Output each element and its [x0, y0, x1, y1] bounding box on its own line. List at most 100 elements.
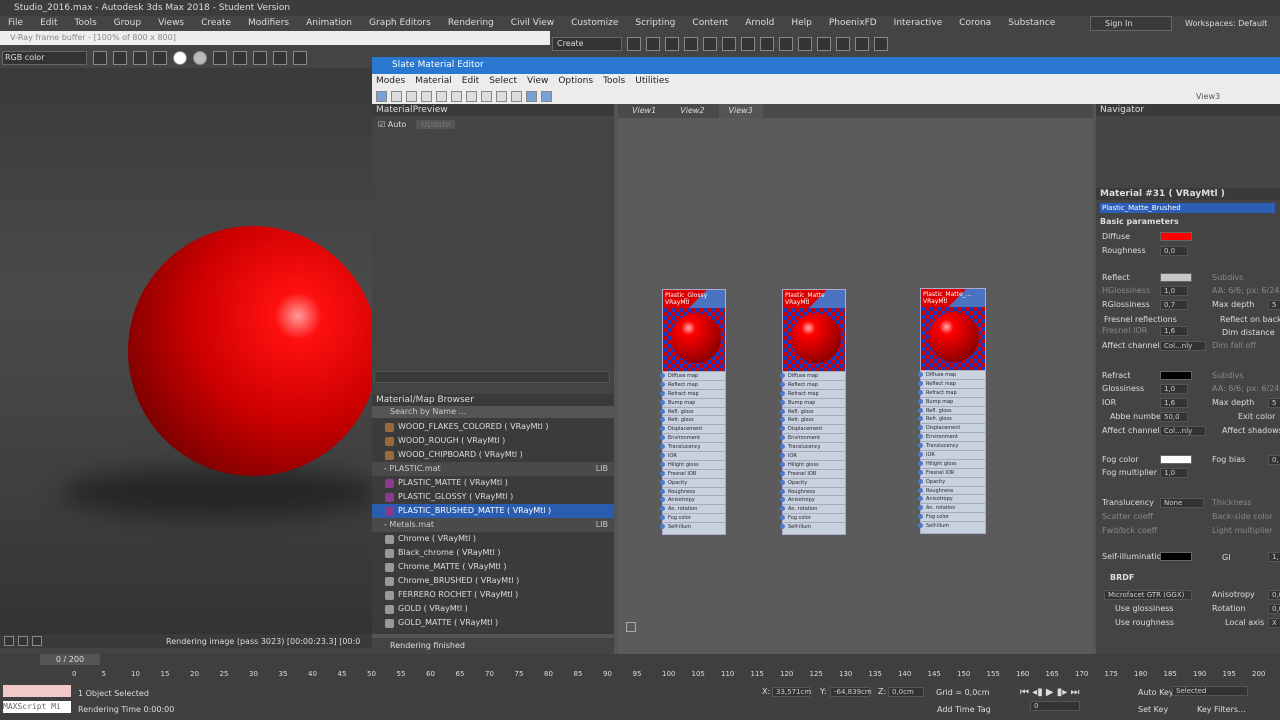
toolbar-button-3[interactable]: [665, 37, 679, 51]
param-mult-field[interactable]: 1,: [1268, 552, 1280, 562]
sme-tool-3[interactable]: [406, 90, 417, 102]
playback-controls[interactable]: ⏮ ◂▮ ▶ ▮▸ ⏭: [1020, 687, 1079, 698]
toolbar-button-11[interactable]: [817, 37, 831, 51]
node-input-slot[interactable]: Diffuse map: [918, 370, 985, 379]
node-input-slot[interactable]: Bump map: [918, 396, 985, 406]
vfb-button-6[interactable]: [193, 51, 207, 65]
node-input-slot[interactable]: Refl. gloss: [660, 406, 725, 416]
material-node[interactable]: Plastic_Matte_... VRayMtl Diffuse map Refl…: [918, 288, 986, 534]
node-input-slot[interactable]: Environment: [780, 433, 845, 442]
node-input-slot[interactable]: Hilight gloss: [660, 459, 725, 469]
vfb-status-icon-2[interactable]: [18, 636, 28, 646]
z-coord-field[interactable]: 0,0cm: [888, 687, 924, 697]
param-maxdepth2-field[interactable]: 5: [1268, 398, 1280, 408]
node-input-slot[interactable]: Bump map: [780, 397, 845, 407]
param-maxdepth-field[interactable]: 5: [1268, 300, 1280, 310]
select-tool-icon[interactable]: [376, 90, 387, 102]
node-input-slot[interactable]: Fresnel IOR: [780, 468, 845, 478]
menu-animation[interactable]: Animation: [298, 16, 361, 31]
sme-tool-4[interactable]: [421, 90, 432, 102]
sme-tool-7[interactable]: [466, 90, 477, 102]
sme-menu-view[interactable]: View: [523, 74, 554, 88]
material-name-field[interactable]: Plastic_Matte_Brushed: [1100, 203, 1275, 213]
refract-color-swatch[interactable]: [1160, 371, 1192, 380]
diffuse-color-swatch[interactable]: [1160, 232, 1192, 241]
vfb-button-11[interactable]: [293, 51, 307, 65]
tab-view1[interactable]: View1: [622, 104, 667, 118]
browser-item[interactable]: Chrome_BRUSHED ( VRayMtl ): [372, 574, 614, 588]
toolbar-button-5[interactable]: [703, 37, 717, 51]
node-input-slot[interactable]: Opacity: [918, 476, 985, 486]
node-input-slot[interactable]: Reflect map: [660, 379, 725, 389]
auto-key-button[interactable]: Auto Key: [1138, 688, 1174, 697]
param-ior-field[interactable]: 1,6: [1160, 398, 1188, 408]
node-input-slot[interactable]: An. rotation: [918, 503, 985, 512]
x-coord-field[interactable]: 33,571cm: [772, 687, 811, 697]
node-input-slot[interactable]: Anisotropy: [780, 495, 845, 504]
node-input-slot[interactable]: Reflect map: [918, 378, 985, 388]
sme-menu-edit[interactable]: Edit: [458, 74, 485, 88]
param-abbe-field[interactable]: 50,0: [1160, 412, 1188, 422]
key-selection-dropdown[interactable]: Selected: [1172, 686, 1248, 696]
param-affect2-field[interactable]: Col...nly: [1160, 426, 1206, 436]
y-coord-field[interactable]: -64,839cm: [830, 687, 872, 697]
menu-create[interactable]: Create: [193, 16, 240, 31]
tab-view3[interactable]: View3: [718, 104, 763, 118]
browser-group-header[interactable]: - Metals.mat LIB: [372, 518, 614, 532]
menu-file[interactable]: File: [0, 16, 32, 31]
node-input-slot[interactable]: Fog color: [780, 513, 845, 522]
sme-tool-2[interactable]: [391, 90, 402, 102]
sme-tool-9[interactable]: [496, 90, 507, 102]
maxscript-listener-mini[interactable]: [3, 685, 71, 697]
node-input-slot[interactable]: Translucency: [918, 441, 985, 450]
node-input-slot[interactable]: Fresnel IOR: [918, 467, 985, 477]
node-input-slot[interactable]: Fresnel IOR: [660, 468, 725, 478]
node-input-slot[interactable]: Roughness: [918, 485, 985, 495]
node-input-slot[interactable]: IOR: [918, 450, 985, 459]
node-input-slot[interactable]: Translucency: [660, 442, 725, 451]
menu-group[interactable]: Group: [106, 16, 150, 31]
node-input-slot[interactable]: Reflect map: [780, 379, 845, 389]
vfb-button-5[interactable]: [173, 51, 187, 65]
toolbar-button-8[interactable]: [760, 37, 774, 51]
node-input-slot[interactable]: Opacity: [780, 477, 845, 487]
menu-views[interactable]: Views: [150, 16, 193, 31]
node-input-slot[interactable]: Roughness: [660, 486, 725, 496]
current-frame-field[interactable]: 0: [1030, 701, 1080, 711]
node-input-slot[interactable]: Displacement: [660, 424, 725, 433]
node-input-slot[interactable]: Displacement: [918, 423, 985, 432]
vfb-button-8[interactable]: [233, 51, 247, 65]
sme-tool-10[interactable]: [511, 90, 522, 102]
menu-edit[interactable]: Edit: [32, 16, 66, 31]
menu-phoenixfd[interactable]: PhoenixFD: [821, 16, 886, 31]
menu-corona[interactable]: Corona: [951, 16, 1000, 31]
vfb-button-1[interactable]: [93, 51, 107, 65]
browser-item[interactable]: FERRERO ROCHET ( VRayMtl ): [372, 588, 614, 602]
browser-item[interactable]: WOOD_ROUGH ( VRayMtl ): [372, 434, 614, 448]
browser-item[interactable]: GOLD ( VRayMtl ): [372, 602, 614, 616]
vfb-button-2[interactable]: [113, 51, 127, 65]
maxscript-input[interactable]: MAXScript Mi: [3, 701, 71, 713]
sme-tool-8[interactable]: [481, 90, 492, 102]
node-input-slot[interactable]: Self-illum: [780, 522, 845, 531]
toolbar-button-2[interactable]: [646, 37, 660, 51]
node-input-slot[interactable]: Opacity: [660, 477, 725, 487]
sme-menu-modes[interactable]: Modes: [372, 74, 411, 88]
node-input-slot[interactable]: Fog color: [660, 513, 725, 522]
menu-rendering[interactable]: Rendering: [440, 16, 503, 31]
sme-menu-select[interactable]: Select: [485, 74, 523, 88]
node-input-slot[interactable]: Self-illum: [918, 521, 985, 530]
sme-tool-6[interactable]: [451, 90, 462, 102]
channel-select[interactable]: RGB color: [2, 51, 87, 65]
browser-item[interactable]: Black_chrome ( VRayMtl ): [372, 546, 614, 560]
vfb-button-9[interactable]: [253, 51, 267, 65]
menu-modifiers[interactable]: Modifiers: [240, 16, 298, 31]
selection-set-dropdown[interactable]: Create Selection Se: [552, 37, 622, 51]
param-fog_mult-field[interactable]: 1,0: [1160, 468, 1188, 478]
node-input-slot[interactable]: An. rotation: [660, 504, 725, 513]
node-input-slot[interactable]: Translucency: [780, 442, 845, 451]
vfb-button-7[interactable]: [213, 51, 227, 65]
node-input-slot[interactable]: Refl. gloss: [918, 405, 985, 415]
node-input-slot[interactable]: Displacement: [780, 424, 845, 433]
param-local_axis-field[interactable]: X: [1268, 618, 1280, 628]
